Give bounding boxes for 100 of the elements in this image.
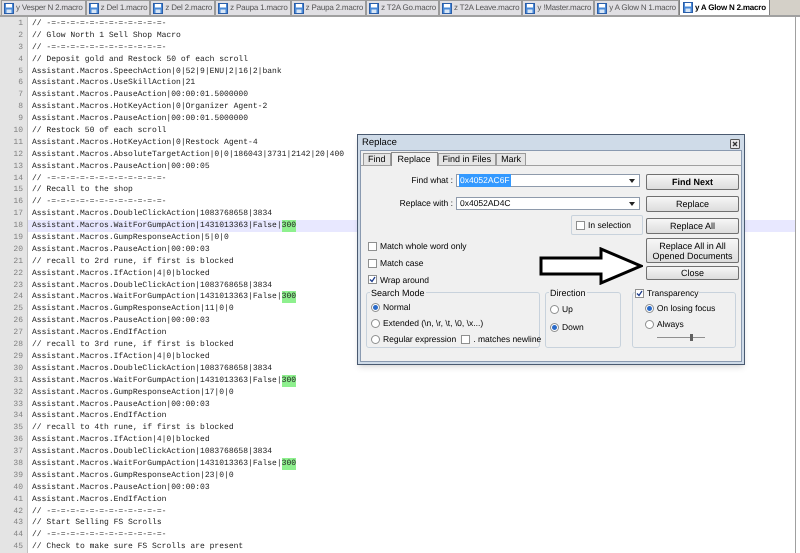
- line-number: 29: [13, 352, 23, 361]
- checkbox[interactable]: [368, 275, 377, 284]
- code-text: Assistant.Macros.WaitForGumpAction|1431013363|False|: [32, 291, 282, 304]
- line-number: 25: [13, 304, 23, 314]
- checkbox[interactable]: [368, 258, 377, 268]
- combo-field[interactable]: 0x4052AD4C: [456, 197, 640, 210]
- line-number: 36: [13, 435, 23, 444]
- close-icon[interactable]: [730, 138, 740, 148]
- line-number: 18: [13, 221, 23, 230]
- radio-button[interactable]: [644, 320, 654, 329]
- dialog-button[interactable]: Replace All: [646, 218, 739, 234]
- code-text: Assistant.Macros.EndIfAction: [32, 327, 166, 340]
- checkbox-label: In selection: [588, 218, 631, 232]
- line-number: 45: [13, 542, 23, 552]
- line-number: 33: [13, 400, 23, 408]
- field-value[interactable]: 0x4052AD4C: [459, 197, 512, 210]
- code-text: Assistant.Macros.GumpResponseAction|11|0|0: [32, 303, 234, 316]
- line-number: 30: [13, 364, 23, 373]
- dialog-tab[interactable]: Mark: [496, 153, 526, 165]
- checkbox-label: Match case: [380, 256, 424, 270]
- code-text: // -=-=-=-=-=-=-=-=-=-=-=-=-: [32, 172, 166, 184]
- line-number: 42: [13, 506, 23, 516]
- line-number: 5: [18, 66, 23, 76]
- radio-label: On losing focus: [656, 302, 716, 315]
- file-tab[interactable]: z Paupa 1.macro: [215, 0, 291, 15]
- checkbox-label: Match whole word only: [380, 240, 466, 253]
- line-number: 24: [13, 292, 23, 302]
- line-number: 41: [13, 494, 23, 504]
- line-number: 38: [13, 458, 23, 468]
- dialog-tab[interactable]: Find in Files: [438, 153, 496, 165]
- code-text: Assistant.Macros.WaitForGumpAction|1431013363|False|: [32, 220, 282, 232]
- line-number: 14: [13, 174, 23, 183]
- caret-icon[interactable]: [629, 178, 635, 182]
- line-number: 27: [13, 328, 23, 338]
- line-number: 13: [13, 162, 23, 171]
- file-tab[interactable]: z Del 1.macro: [86, 0, 150, 15]
- radio-label: Extended (\n, \r, \t, \0, \x...): [383, 317, 484, 330]
- radio-label: Down: [562, 321, 584, 334]
- radio-button[interactable]: [550, 305, 559, 314]
- dialog-button[interactable]: Close: [646, 266, 739, 280]
- code-text: // Check to make sure FS Scrolls are present: [32, 541, 244, 553]
- search-match: 300: [282, 291, 296, 304]
- file-tab[interactable]: z T2A Leave.macro: [438, 0, 522, 15]
- code-text: Assistant.Macros.DoubleClickAction|1083768658|3834: [32, 362, 272, 375]
- dialog-button[interactable]: Replace: [646, 196, 739, 212]
- code-text: Assistant.Macros.PauseAction|00:00:01.5000000: [32, 89, 248, 102]
- code-text: // recall to 2rd rune, if first is blocked: [32, 256, 234, 268]
- code-text: // recall to 4th rune, if first is blocked: [32, 422, 234, 434]
- checkbox-label: . matches newline: [473, 332, 542, 346]
- checkbox-label: Transparency: [646, 287, 698, 300]
- dialog-tab[interactable]: Find: [363, 153, 391, 165]
- caret-icon[interactable]: [629, 202, 635, 206]
- checkbox[interactable]: [576, 220, 585, 230]
- checkbox[interactable]: [368, 242, 377, 251]
- code-text: Assistant.Macros.DoubleClickAction|1083768658|3834: [32, 446, 272, 458]
- code-text: Assistant.Macros.UseSkillAction|21: [32, 77, 196, 90]
- code-text: Assistant.Macros.PauseAction|00:00:03: [32, 315, 210, 328]
- line-number: 19: [13, 233, 23, 242]
- radio-button[interactable]: [371, 334, 380, 344]
- radio-button[interactable]: [371, 318, 380, 328]
- file-tab[interactable]: y !Master.macro: [522, 0, 594, 15]
- radio-button[interactable]: [550, 322, 559, 332]
- search-match: 300: [282, 458, 296, 470]
- line-number: 39: [13, 470, 23, 480]
- dialog-button[interactable]: Find Next: [646, 174, 739, 190]
- code-text: Assistant.Macros.PauseAction|00:00:03: [32, 244, 210, 256]
- code-text: // Recall to the shop: [32, 184, 133, 196]
- file-tab[interactable]: z Paupa 2.macro: [290, 0, 366, 15]
- line-number: 10: [13, 126, 23, 136]
- code-text: Assistant.Macros.WaitForGumpAction|1431013363|False|: [32, 374, 282, 387]
- file-tab[interactable]: z T2A Go.macro: [366, 0, 439, 15]
- field-label: Replace with :: [398, 197, 454, 210]
- code-text: Assistant.Macros.HotKeyAction|0|Restock Agent-4: [32, 136, 258, 149]
- radio-button[interactable]: [644, 304, 654, 314]
- line-number: 7: [18, 90, 23, 100]
- window-title: Replace: [362, 136, 397, 150]
- search-match: 300: [282, 374, 296, 387]
- checkbox[interactable]: [461, 334, 470, 344]
- code-text: Assistant.Macros.PauseAction|00:00:03: [32, 398, 210, 410]
- line-number: 3: [18, 42, 23, 52]
- line-number: 31: [13, 376, 23, 385]
- transparency-slider[interactable]: [656, 334, 705, 341]
- dialog-button[interactable]: Replace All in All Opened Documents: [646, 238, 739, 263]
- file-tab[interactable]: y Vesper N 2.macro: [1, 0, 86, 15]
- code-text: Assistant.Macros.WaitForGumpAction|1431013363|False|: [32, 458, 282, 470]
- code-text: Assistant.Macros.PauseAction|00:00:01.5000000: [32, 113, 248, 126]
- line-number: 32: [13, 388, 23, 397]
- code-text: Assistant.Macros.IfAction|4|0|blocked: [32, 434, 210, 446]
- file-tab[interactable]: y A Glow N 2.macro: [678, 0, 770, 15]
- checkbox-label: Wrap around: [380, 274, 429, 286]
- file-tab[interactable]: y A Glow N 1.macro: [594, 0, 679, 15]
- line-number: 26: [13, 316, 23, 326]
- dialog-tab[interactable]: Replace: [390, 152, 438, 166]
- line-number: 23: [13, 280, 23, 290]
- search-match: 300: [282, 220, 296, 232]
- file-tab[interactable]: z Del 2.macro: [150, 0, 216, 15]
- radio-button[interactable]: [371, 303, 380, 312]
- checkbox[interactable]: [634, 289, 644, 298]
- arrow-icon: [539, 247, 643, 285]
- line-number: 16: [13, 197, 23, 206]
